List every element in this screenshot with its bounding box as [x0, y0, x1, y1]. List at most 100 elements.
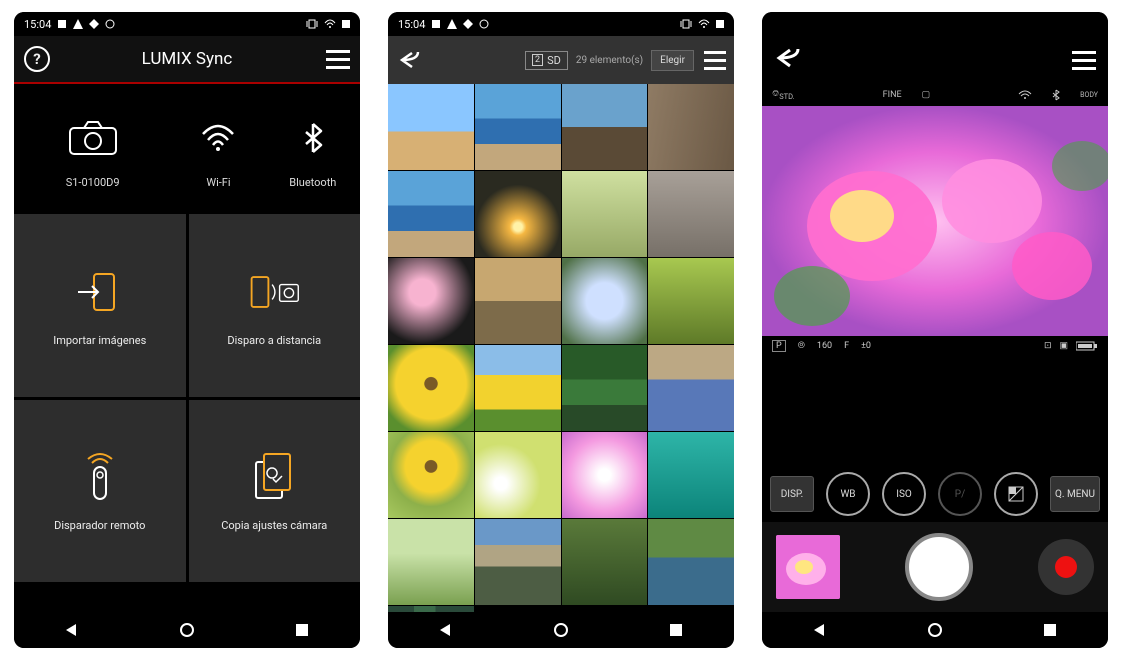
status-icon: [447, 19, 457, 29]
thumbnail[interactable]: [562, 171, 648, 257]
thumbnail[interactable]: [388, 84, 474, 170]
thumbnail[interactable]: [475, 345, 561, 431]
thumbnail[interactable]: [475, 258, 561, 344]
import-images-tile[interactable]: Importar imágenes: [14, 214, 186, 397]
import-icon: [72, 264, 128, 320]
nav-back[interactable]: [437, 621, 455, 639]
nav-back[interactable]: [63, 621, 81, 639]
menu-button[interactable]: [326, 50, 350, 69]
thumbnail[interactable]: [475, 84, 561, 170]
thumbnail[interactable]: [388, 432, 474, 518]
body-indicator: BODY: [1080, 91, 1098, 99]
nav-home[interactable]: [552, 621, 570, 639]
thumbnail[interactable]: [648, 258, 734, 344]
photo-style-icon: ⎊STD.: [772, 89, 795, 101]
status-bar: 15:04: [14, 12, 360, 36]
nav-back[interactable]: [811, 621, 829, 639]
thumbnail-grid[interactable]: [388, 84, 734, 612]
thumbnail[interactable]: [388, 519, 474, 605]
remote-shutter-tile[interactable]: Disparador remoto: [14, 400, 186, 583]
thumbnail[interactable]: [388, 171, 474, 257]
thumbnail[interactable]: [648, 84, 734, 170]
sd-label: SD: [547, 54, 561, 67]
screen-home: 15:04 ? LUMIX Sync S1-0100D9 Wi-Fi: [14, 12, 360, 648]
nav-home[interactable]: [178, 621, 196, 639]
thumbnail[interactable]: [388, 345, 474, 431]
battery-icon: [1076, 341, 1098, 351]
spacer: [762, 356, 1108, 466]
thumbnail[interactable]: [562, 345, 648, 431]
app-title: LUMIX Sync: [142, 49, 233, 69]
thumbnail[interactable]: [475, 171, 561, 257]
status-time: 15:04: [398, 18, 425, 31]
last-photo-thumb[interactable]: [776, 535, 840, 599]
thumbnail[interactable]: [562, 519, 648, 605]
wifi-tile[interactable]: Wi-Fi: [171, 84, 265, 214]
menu-button[interactable]: [704, 51, 726, 70]
bluetooth-tile[interactable]: Bluetooth: [266, 84, 360, 214]
copy-settings-tile[interactable]: Copia ajustes cámara: [189, 400, 361, 583]
status-icon: [463, 19, 473, 29]
camera-icon: [65, 110, 121, 166]
shutter-button[interactable]: [905, 533, 973, 601]
status-bar: 15:04: [388, 12, 734, 36]
thumbnail[interactable]: [648, 171, 734, 257]
nav-home[interactable]: [926, 621, 944, 639]
status-bar: [762, 12, 1108, 36]
wb-button[interactable]: WB: [826, 472, 870, 516]
thumbnail[interactable]: [562, 84, 648, 170]
live-view[interactable]: [762, 106, 1108, 336]
nav-recent[interactable]: [667, 621, 685, 639]
thumbnail[interactable]: [562, 258, 648, 344]
connection-panel: S1-0100D9 Wi-Fi Bluetooth: [14, 84, 360, 214]
back-button[interactable]: [774, 47, 802, 73]
android-navbar: [388, 612, 734, 648]
disp-button[interactable]: DISP.: [770, 476, 814, 512]
qmenu-button[interactable]: Q. MENU: [1050, 476, 1100, 512]
thumbnail[interactable]: [648, 345, 734, 431]
remote-shoot-tile[interactable]: Disparo a distancia: [189, 214, 361, 397]
status-time: 15:04: [24, 18, 51, 31]
nav-recent[interactable]: [1041, 621, 1059, 639]
record-icon: [1055, 556, 1077, 578]
function-grid: Importar imágenes Disparo a distancia Di…: [14, 214, 360, 612]
camera-name: S1-0100D9: [66, 176, 120, 189]
screen-remote-shoot: ⎊STD. FINE ▢ BODY P ⦾ 160 F: [762, 12, 1108, 648]
drive-icon: ▣: [1059, 341, 1068, 351]
help-button[interactable]: ?: [24, 46, 50, 72]
record-button[interactable]: [1038, 539, 1094, 595]
sd-selector[interactable]: 2 SD: [525, 51, 568, 70]
camera-tile[interactable]: S1-0100D9: [14, 84, 171, 214]
vibrate-icon: [306, 19, 318, 29]
remote-shutter-icon: [72, 449, 128, 505]
remote-shutter-label: Disparador remoto: [54, 519, 145, 532]
nav-recent[interactable]: [293, 621, 311, 639]
peaking-button[interactable]: P/: [938, 472, 982, 516]
iso-button[interactable]: ISO: [882, 472, 926, 516]
camera-info-row: ⎊STD. FINE ▢ BODY: [762, 84, 1108, 106]
aperture-label: F: [844, 341, 849, 351]
thumbnail[interactable]: [648, 519, 734, 605]
choose-button[interactable]: Elegir: [651, 50, 694, 71]
thumbnail[interactable]: [562, 432, 648, 518]
thumbnail[interactable]: [475, 432, 561, 518]
thumbnail[interactable]: [648, 432, 734, 518]
app-header: ? LUMIX Sync: [14, 36, 360, 84]
status-icon: [479, 19, 489, 29]
status-icon: [89, 19, 99, 29]
bluetooth-icon: [1052, 89, 1060, 101]
android-navbar: [762, 612, 1108, 648]
vibrate-icon: [680, 19, 692, 29]
bluetooth-icon: [285, 110, 341, 166]
iso-value: 160: [817, 341, 832, 351]
menu-button[interactable]: [1072, 51, 1096, 70]
thumbnail[interactable]: [475, 519, 561, 605]
remote-shoot-icon: [246, 264, 302, 320]
back-button[interactable]: [396, 46, 424, 74]
battery-icon: [342, 19, 350, 29]
thumbnail[interactable]: [388, 258, 474, 344]
item-count: 29 elemento(s): [576, 55, 643, 66]
thumbnail[interactable]: [388, 606, 474, 612]
expcomp-button[interactable]: [994, 472, 1038, 516]
status-icon: [431, 19, 441, 29]
